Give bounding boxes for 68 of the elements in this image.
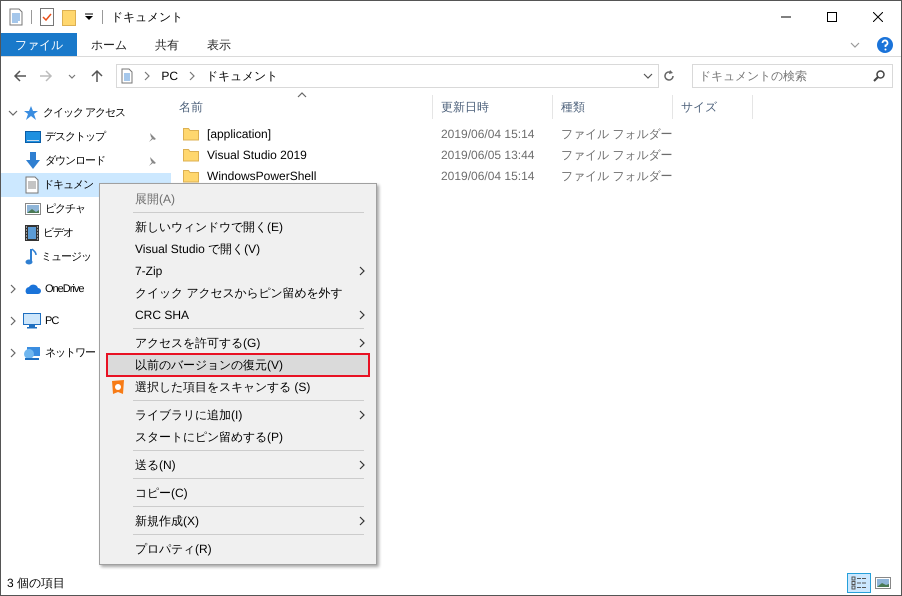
- file-name[interactable]: Visual Studio 2019: [207, 146, 307, 164]
- menu-item[interactable]: 新しいウィンドウで開く(E): [102, 216, 374, 238]
- menu-item[interactable]: 7-Zip: [102, 260, 374, 282]
- ribbon-tab[interactable]: 表示: [193, 33, 245, 56]
- column-header[interactable]: サイズ: [673, 95, 753, 119]
- table-cell-text: 2019/06/04 15:14: [440, 168, 536, 184]
- document-icon: [25, 176, 39, 194]
- menu-item[interactable]: Visual Studio で開く(V): [102, 238, 374, 260]
- menu-item[interactable]: プロパティ(R): [102, 538, 374, 560]
- menu-item[interactable]: スタートにピン留めする(P): [102, 426, 374, 448]
- search-icon: [872, 70, 885, 82]
- checklist-icon[interactable]: [40, 8, 54, 26]
- breadcrumb[interactable]: ドキュメント: [206, 67, 278, 85]
- folder-icon: [183, 126, 199, 140]
- download-icon: [25, 152, 41, 170]
- search-field[interactable]: ドキュメントの検索: [692, 64, 893, 88]
- details-view-icon: [851, 576, 867, 590]
- menu-item[interactable]: 選択した項目をスキャンする (S): [102, 376, 374, 398]
- file-name[interactable]: [application]: [207, 124, 272, 142]
- shield-icon: [110, 379, 126, 395]
- network-icon: [23, 345, 41, 361]
- document-icon: [121, 68, 134, 84]
- details-view-button[interactable]: [847, 573, 871, 593]
- help-icon[interactable]: [877, 36, 893, 52]
- maximize-icon: [827, 12, 837, 22]
- table-cell-text: 2019/06/04 15:14: [440, 126, 536, 142]
- ribbon-tab[interactable]: 共有: [141, 33, 193, 56]
- cloud-icon: [23, 283, 41, 295]
- music-note-icon: [25, 248, 37, 266]
- menu-item[interactable]: 以前のバージョンの復元(V): [107, 354, 369, 376]
- ribbon-tab[interactable]: ファイル: [1, 33, 77, 56]
- column-header[interactable]: 種類: [553, 95, 673, 119]
- menu-item[interactable]: コピー(C): [102, 482, 374, 504]
- sidebar-item[interactable]: クイック アクセス: [1, 101, 171, 125]
- menu-item[interactable]: 送る(N): [102, 454, 374, 476]
- menu-item[interactable]: クイック アクセスからピン留めを外す: [102, 282, 374, 304]
- computer-icon: [23, 313, 41, 329]
- close-icon: [873, 12, 883, 22]
- back-icon: [12, 69, 27, 83]
- table-cell-text: ファイル フォルダー: [560, 146, 673, 164]
- table-cell-text: ファイル フォルダー: [560, 168, 673, 184]
- column-header[interactable]: 名前: [171, 95, 433, 119]
- menu-item[interactable]: 新規作成(X): [102, 510, 374, 532]
- breadcrumb[interactable]: PC: [161, 67, 178, 85]
- star-icon: [23, 105, 39, 121]
- film-icon: [25, 225, 39, 241]
- status-text: 3 個の項目: [7, 575, 66, 592]
- picture-icon: [25, 202, 41, 216]
- up-icon: [90, 69, 104, 83]
- desktop-icon: [25, 130, 41, 144]
- folder-icon: [183, 148, 199, 162]
- menu-item[interactable]: CRC SHA: [102, 304, 374, 326]
- sidebar-item[interactable]: デスクトップ: [1, 125, 171, 149]
- file-name[interactable]: WindowsPowerShell: [207, 166, 316, 184]
- menu-item[interactable]: ライブラリに追加(I): [102, 404, 374, 426]
- dropdown-icon[interactable]: [84, 12, 94, 22]
- ribbon-tab[interactable]: ホーム: [77, 33, 141, 56]
- address-bar[interactable]: PC ドキュメント: [116, 64, 660, 88]
- table-cell-text: ファイル フォルダー: [560, 126, 673, 142]
- forward-icon: [38, 69, 53, 83]
- menu-item[interactable]: アクセスを許可する(G): [102, 332, 374, 354]
- refresh-icon: [663, 70, 676, 82]
- sidebar-item[interactable]: ダウンロード: [1, 149, 171, 173]
- window-title: ドキュメント: [111, 9, 183, 26]
- column-header[interactable]: 更新日時: [433, 95, 553, 119]
- large-icons-view-icon: [875, 577, 891, 589]
- table-cell-text: 2019/06/05 13:44: [440, 146, 536, 164]
- document-icon: [9, 8, 23, 26]
